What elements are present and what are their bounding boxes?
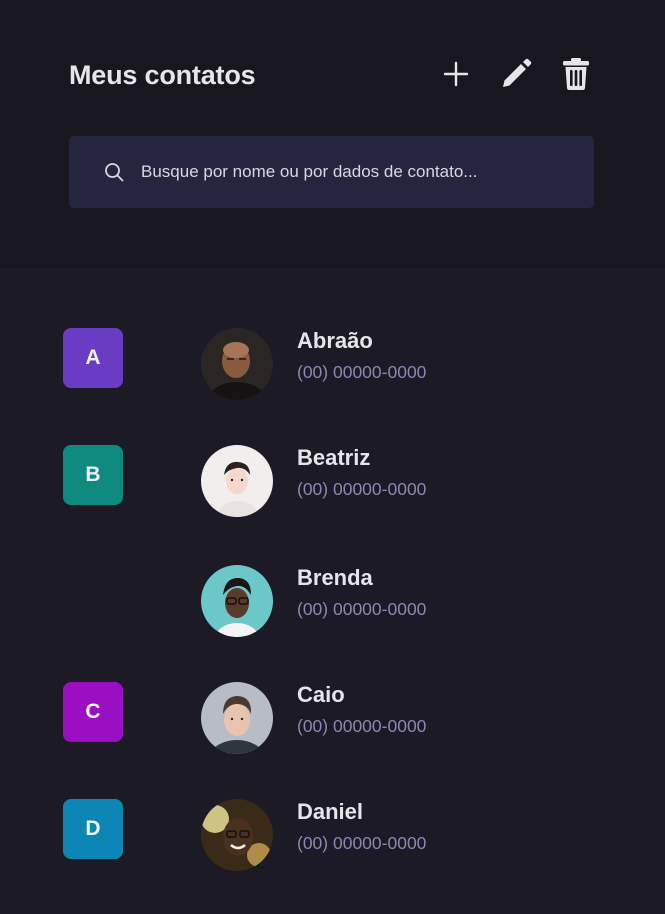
contact-row[interactable]: Daniel (00) 00000-0000 (201, 799, 621, 871)
pencil-icon (503, 58, 532, 87)
contact-phone: (00) 00000-0000 (297, 716, 427, 736)
search-input[interactable] (141, 136, 571, 208)
contact-row[interactable]: Beatriz (00) 00000-0000 (201, 445, 621, 517)
avatar (201, 565, 273, 637)
group-letter-d: D (63, 799, 123, 859)
contact-row[interactable]: Abraão (00) 00000-0000 (201, 328, 621, 400)
trash-icon (563, 58, 589, 90)
contact-row[interactable]: Caio (00) 00000-0000 (201, 682, 621, 754)
avatar (201, 682, 273, 754)
search-icon (105, 163, 124, 182)
contact-row[interactable]: Brenda (00) 00000-0000 (201, 565, 621, 637)
contact-name: Caio (297, 682, 345, 707)
add-contact-button[interactable] (438, 54, 474, 94)
contact-phone: (00) 00000-0000 (297, 599, 427, 619)
group-letter-b: B (63, 445, 123, 505)
group-letter-a: A (63, 328, 123, 388)
header: Meus contatos (0, 0, 665, 268)
edit-contact-button[interactable] (498, 54, 534, 94)
avatar (201, 328, 273, 400)
search-box (69, 136, 594, 208)
group-letter-c: C (63, 682, 123, 742)
contact-name: Beatriz (297, 445, 371, 470)
avatar (201, 445, 273, 517)
avatar (201, 799, 273, 871)
page-title: Meus contatos (69, 60, 256, 90)
contact-phone: (00) 00000-0000 (297, 362, 427, 382)
contact-phone: (00) 00000-0000 (297, 479, 427, 499)
contact-name: Daniel (297, 799, 364, 824)
delete-contact-button[interactable] (558, 54, 594, 94)
contact-phone: (00) 00000-0000 (297, 833, 427, 853)
contact-name: Brenda (297, 565, 373, 590)
contact-name: Abraão (297, 328, 373, 353)
plus-icon (443, 61, 469, 87)
